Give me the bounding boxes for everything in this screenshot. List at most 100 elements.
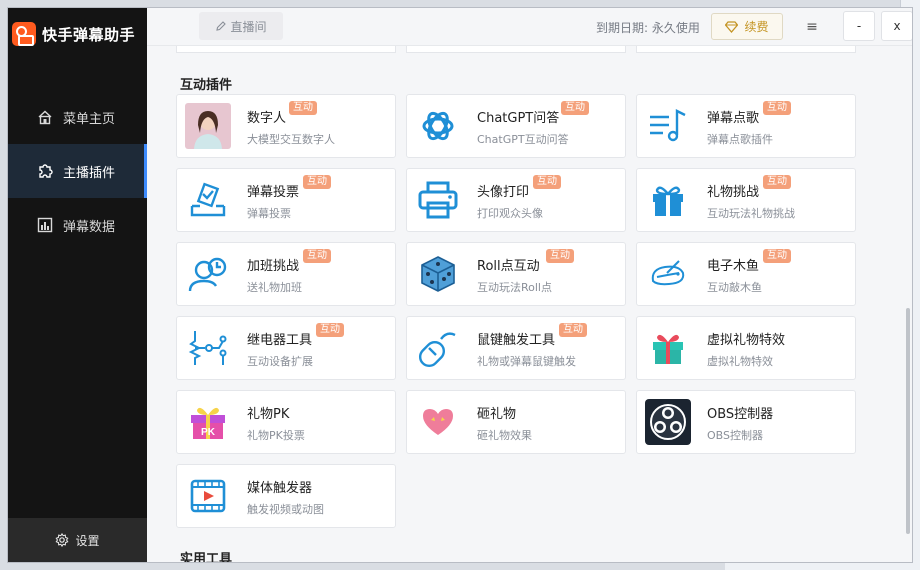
plugin-card-media-trigger[interactable]: 媒体触发器 触发视频或动图 — [176, 464, 396, 528]
card-desc: 弹幕投票 — [247, 207, 291, 220]
live-room-tab[interactable]: 直播间 — [199, 12, 283, 40]
diamond-icon — [725, 20, 739, 33]
relay-circuit-icon — [185, 325, 231, 371]
interactive-badge: 互动 — [303, 175, 331, 189]
card-desc: OBS控制器 — [707, 429, 763, 442]
card-title: 礼物挑战 — [707, 185, 760, 200]
plugin-icon — [36, 162, 54, 180]
card-title: 弹幕点歌 — [707, 111, 760, 126]
plugin-card-chatgpt[interactable]: ChatGPT问答 互动 ChatGPT互动问答 — [406, 94, 626, 158]
interactive-badge: 互动 — [303, 249, 331, 263]
interactive-badge: 互动 — [533, 175, 561, 189]
card-desc: 弹幕点歌插件 — [707, 133, 773, 146]
close-button[interactable]: x — [881, 11, 912, 41]
menu-button[interactable]: ≡ — [799, 14, 825, 40]
interactive-badge: 互动 — [763, 175, 791, 189]
card-title: ChatGPT问答 — [477, 111, 560, 126]
obs-logo-icon — [645, 399, 691, 445]
card-desc: 礼物或弹幕鼠键触发 — [477, 355, 576, 368]
present-icon — [645, 325, 691, 371]
interactive-badge: 互动 — [561, 101, 589, 115]
plugin-card-song-request[interactable]: 弹幕点歌 互动 弹幕点歌插件 — [636, 94, 856, 158]
plugin-card-gift-pk[interactable]: PK 礼物PK 礼物PK投票 — [176, 390, 396, 454]
card-title: Roll点互动 — [477, 259, 540, 274]
card-title: 媒体触发器 — [247, 481, 313, 496]
sidebar-nav: 菜单主页 主播插件 弹幕数据 — [8, 90, 147, 252]
card-desc: 互动敲木鱼 — [707, 281, 762, 294]
card-partial — [636, 46, 856, 53]
card-partial — [176, 46, 396, 53]
dice-icon — [415, 251, 461, 297]
card-desc: 触发视频或动图 — [247, 503, 324, 516]
card-desc: 礼物PK投票 — [247, 429, 305, 442]
plugin-card-overtime-challenge[interactable]: 加班挑战 互动 送礼物加班 — [176, 242, 396, 306]
renew-label: 续费 — [744, 20, 769, 34]
expire-date-text: 到期日期: 永久使用 — [596, 21, 700, 35]
interactive-badge: 互动 — [763, 249, 791, 263]
svg-text:PK: PK — [201, 427, 216, 438]
pk-gift-icon: PK — [185, 399, 231, 445]
sidebar-item-home[interactable]: 菜单主页 — [8, 90, 147, 144]
card-title: 礼物PK — [247, 407, 290, 422]
settings-label: 设置 — [75, 533, 100, 548]
bar-chart-icon — [36, 216, 54, 234]
plugin-card-gift-challenge[interactable]: 礼物挑战 互动 互动玩法礼物挑战 — [636, 168, 856, 232]
settings-button[interactable]: 设置 — [8, 518, 147, 562]
music-list-icon — [645, 103, 691, 149]
sidebar-item-danmu-data[interactable]: 弹幕数据 — [8, 198, 147, 252]
sidebar-item-label: 主播插件 — [63, 165, 116, 181]
user-clock-icon — [185, 251, 231, 297]
pencil-icon — [216, 21, 227, 31]
ballot-box-icon — [185, 177, 231, 223]
card-partial — [406, 46, 626, 53]
card-desc: 砸礼物效果 — [477, 429, 532, 442]
card-desc: 虚拟礼物特效 — [707, 355, 773, 368]
gear-icon — [55, 533, 69, 547]
plugin-card-virtual-gift[interactable]: 虚拟礼物特效 虚拟礼物特效 — [636, 316, 856, 380]
sidebar: 快手弹幕助手 菜单主页 主播插件 弹幕数据 设置 — [8, 8, 147, 562]
app-window: 快手弹幕助手 菜单主页 主播插件 弹幕数据 设置 直播间 到期日期: 永久使用 … — [8, 8, 912, 562]
plugin-card-digital-human[interactable]: 数字人 互动 大模型交互数字人 — [176, 94, 396, 158]
content-scrollbar[interactable] — [904, 46, 912, 562]
plugin-card-danmu-vote[interactable]: 弹幕投票 互动 弹幕投票 — [176, 168, 396, 232]
app-title: 快手弹幕助手 — [42, 25, 136, 44]
section-title-interactive: 互动插件 — [180, 78, 233, 93]
plugin-card-wooden-fish[interactable]: 电子木鱼 互动 互动敲木鱼 — [636, 242, 856, 306]
card-title: 弹幕投票 — [247, 185, 300, 200]
card-title: 鼠键触发工具 — [477, 333, 556, 348]
card-title: 继电器工具 — [247, 333, 313, 348]
plugin-card-mouse-key-trigger[interactable]: 鼠键触发工具 互动 礼物或弹幕鼠键触发 — [406, 316, 626, 380]
scroll-thumb[interactable] — [906, 308, 910, 534]
sidebar-item-label: 菜单主页 — [63, 111, 116, 127]
interactive-badge: 互动 — [559, 323, 587, 337]
plugin-card-smash-gift[interactable]: 砸礼物 砸礼物效果 — [406, 390, 626, 454]
sidebar-item-label: 弹幕数据 — [63, 219, 116, 235]
card-title: 头像打印 — [477, 185, 530, 200]
live-room-tab-label: 直播间 — [230, 19, 267, 34]
card-desc: 大模型交互数字人 — [247, 133, 335, 146]
plugin-card-avatar-print[interactable]: 头像打印 互动 打印观众头像 — [406, 168, 626, 232]
video-player-icon — [185, 473, 231, 519]
plugin-card-obs-controller[interactable]: OBS控制器 OBS控制器 — [636, 390, 856, 454]
interactive-badge: 互动 — [763, 101, 791, 115]
card-desc: 互动设备扩展 — [247, 355, 313, 368]
plugin-card-roll-dice[interactable]: Roll点互动 互动 互动玩法Roll点 — [406, 242, 626, 306]
wooden-fish-icon — [645, 251, 691, 297]
card-title: 砸礼物 — [477, 407, 517, 422]
heart-icon — [415, 399, 461, 445]
plugin-content: 互动插件 数字人 互动 大模型交互数字人 ChatGPT问答 互动 ChatGP… — [147, 46, 904, 562]
card-desc: 打印观众头像 — [477, 207, 543, 220]
card-desc: 互动玩法礼物挑战 — [707, 207, 795, 220]
kuaishou-logo-icon — [12, 22, 36, 46]
interactive-badge: 互动 — [316, 323, 344, 337]
mouse-icon — [415, 325, 461, 371]
openai-logo-icon — [415, 103, 461, 149]
renew-button[interactable]: 续费 — [711, 13, 783, 40]
card-desc: 互动玩法Roll点 — [477, 281, 552, 294]
card-desc: ChatGPT互动问答 — [477, 133, 569, 146]
minimize-button[interactable]: - — [843, 11, 875, 41]
plugin-card-relay-tool[interactable]: 继电器工具 互动 互动设备扩展 — [176, 316, 396, 380]
card-title: 数字人 — [247, 111, 287, 126]
home-icon — [36, 108, 54, 126]
sidebar-item-plugins[interactable]: 主播插件 — [8, 144, 147, 198]
